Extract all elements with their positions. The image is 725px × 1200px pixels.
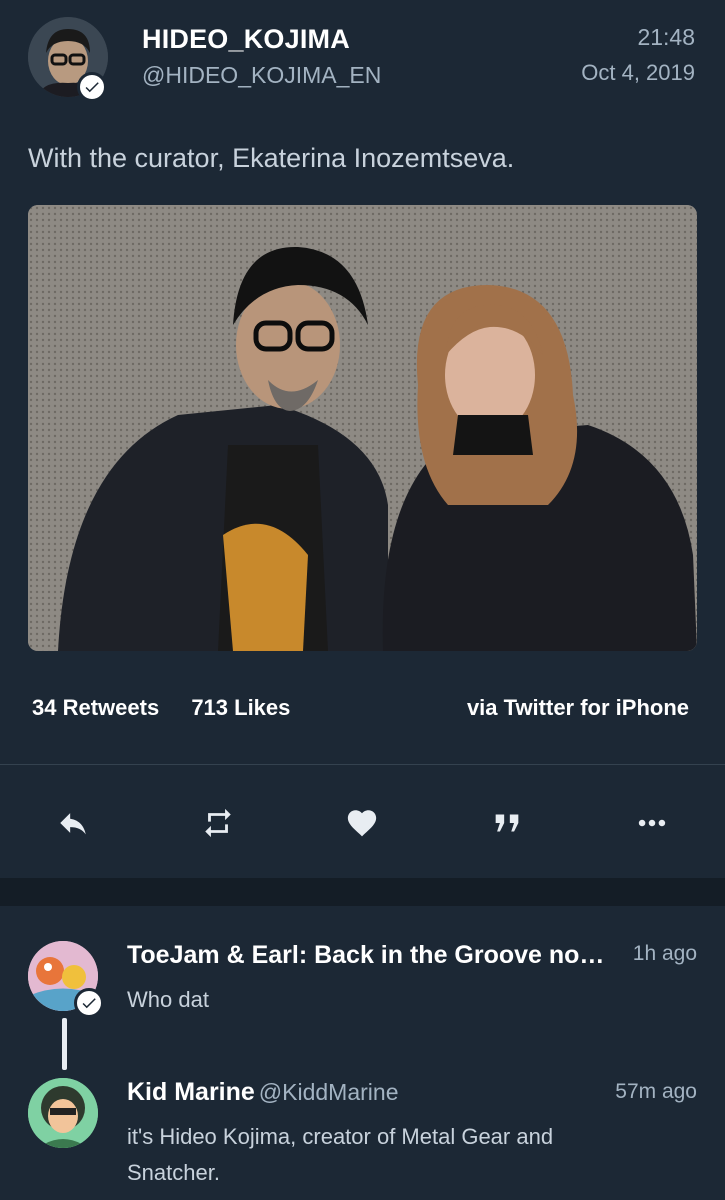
author-handle[interactable]: @HIDEO_KOJIMA_EN bbox=[142, 62, 381, 89]
tweet-date: Oct 4, 2019 bbox=[581, 60, 695, 85]
retweet-icon[interactable] bbox=[190, 795, 246, 851]
retweet-count[interactable]: 34 Retweets bbox=[32, 695, 159, 720]
section-separator bbox=[0, 878, 725, 906]
reply-item[interactable]: Kid Marine @KiddMarine 57m ago it's Hideo… bbox=[0, 1060, 725, 1200]
reply-text: Who dat bbox=[127, 987, 209, 1012]
reply-time: 1h ago bbox=[632, 942, 697, 965]
reply-icon[interactable] bbox=[45, 795, 101, 851]
reply-author-name[interactable]: ToeJam & Earl: Back in the Groove no… bbox=[127, 941, 604, 970]
like-count[interactable]: 713 Likes bbox=[191, 695, 290, 720]
tweet-time: 21:48 bbox=[637, 24, 695, 50]
action-bar bbox=[0, 795, 725, 851]
tweet-stats: 34 Retweets 713 Likes bbox=[32, 695, 316, 721]
quote-icon[interactable] bbox=[479, 795, 535, 851]
reply-time: 57m ago bbox=[615, 1080, 697, 1103]
reply-avatar[interactable] bbox=[28, 1078, 98, 1148]
reply-text: it's Hideo Kojima, creator of Metal Gear… bbox=[127, 1124, 554, 1185]
reply-display-name[interactable]: Kid Marine bbox=[127, 1078, 255, 1106]
tweet-photo[interactable] bbox=[28, 205, 697, 651]
reply-display-name[interactable]: ToeJam & Earl: Back in the Groove no… bbox=[127, 941, 604, 969]
like-icon[interactable] bbox=[334, 795, 390, 851]
tweet-source: via Twitter for iPhone bbox=[466, 695, 689, 720]
reply-author-name[interactable]: Kid Marine @KiddMarine bbox=[127, 1078, 398, 1107]
main-tweet: HIDEO_KOJIMA @HIDEO_KOJIMA_EN 21:48 Oct … bbox=[0, 0, 725, 878]
more-icon[interactable] bbox=[624, 795, 680, 851]
reply-handle[interactable]: @KiddMarine bbox=[259, 1079, 399, 1105]
tweet-text: With the curator, Ekaterina Inozemtseva. bbox=[28, 143, 515, 173]
divider bbox=[0, 764, 725, 765]
author-display-name[interactable]: HIDEO_KOJIMA bbox=[142, 24, 350, 55]
reply-item[interactable]: ToeJam & Earl: Back in the Groove no… 1h… bbox=[0, 906, 725, 1036]
verified-badge-icon bbox=[77, 72, 107, 102]
verified-badge-icon bbox=[74, 988, 104, 1018]
